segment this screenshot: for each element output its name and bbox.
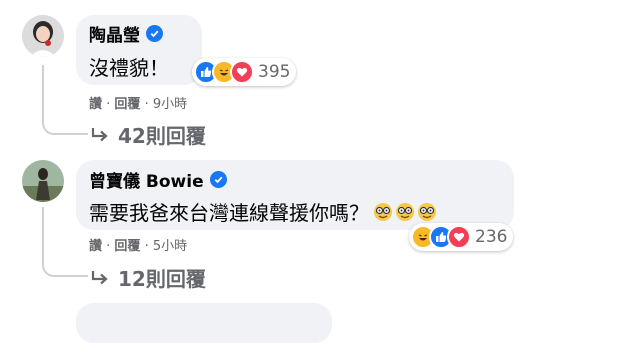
love-reaction-icon [447,225,471,249]
reply-arrow-icon [91,270,108,284]
next-comment-bubble-partial [76,303,332,343]
comment-author[interactable]: 曾寶儀 Bowie [89,167,227,192]
avatar[interactable] [22,160,64,202]
reaction-summary[interactable]: 395 [192,58,297,86]
author-name[interactable]: 陶晶瑩 [89,21,140,46]
reply-arrow-icon [91,127,108,141]
reaction-count: 395 [258,62,291,82]
comment-author[interactable]: 陶晶瑩 [89,21,163,46]
replies-count-label[interactable]: 12則回覆 [118,263,206,292]
view-replies-link[interactable]: 42則回覆 [90,120,206,149]
author-name[interactable]: 曾寶儀 Bowie [89,167,204,192]
comment-text-body: 需要我爸來台灣連線聲援你嗎？ [89,201,369,225]
love-reaction-icon [230,60,254,84]
separator: · [144,239,153,254]
comment-actions: 讚 · 回覆 · 9小時 [89,93,187,112]
view-replies-link[interactable]: 12則回覆 [90,263,206,292]
verified-badge-icon [209,171,227,188]
reaction-summary[interactable]: 236 [409,223,514,251]
reply-link[interactable]: 回覆 [114,97,140,112]
like-link[interactable]: 讚 [89,97,102,112]
nerd-face-emoji [373,202,437,222]
replies-count-label[interactable]: 42則回覆 [118,120,206,149]
comment-text: 需要我爸來台灣連線聲援你嗎？ [89,197,437,226]
avatar-photo [22,15,64,57]
avatar-photo [22,160,64,202]
comment-actions: 讚 · 回覆 · 5小時 [89,235,187,254]
timestamp[interactable]: 9小時 [153,97,187,112]
comment-text: 沒禮貌！ [89,56,169,80]
verified-badge-icon [146,25,163,42]
like-link[interactable]: 讚 [89,239,102,254]
separator: · [144,97,153,112]
reaction-count: 236 [475,227,508,247]
avatar[interactable] [22,15,64,57]
reply-link[interactable]: 回覆 [114,239,140,254]
timestamp[interactable]: 5小時 [153,239,187,254]
